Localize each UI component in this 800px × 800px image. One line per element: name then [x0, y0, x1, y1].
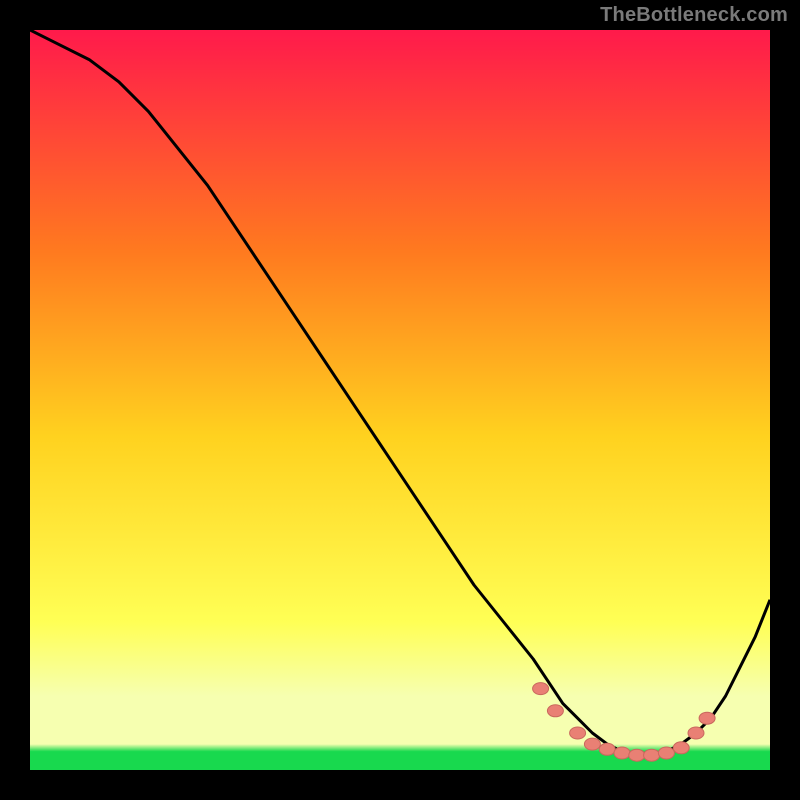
curve-marker — [673, 742, 689, 754]
watermark-text: TheBottleneck.com — [600, 4, 788, 27]
curve-marker — [599, 743, 615, 755]
curve-marker — [699, 712, 715, 724]
curve-marker — [688, 727, 704, 739]
curve-marker — [547, 705, 563, 717]
curve-marker — [644, 749, 660, 761]
chart-frame: TheBottleneck.com — [0, 0, 800, 800]
curve-marker — [614, 747, 630, 759]
bottleneck-chart — [30, 30, 770, 770]
chart-background — [30, 30, 770, 770]
curve-marker — [570, 727, 586, 739]
curve-marker — [533, 683, 549, 695]
curve-marker — [658, 747, 674, 759]
curve-marker — [629, 749, 645, 761]
curve-marker — [584, 738, 600, 750]
